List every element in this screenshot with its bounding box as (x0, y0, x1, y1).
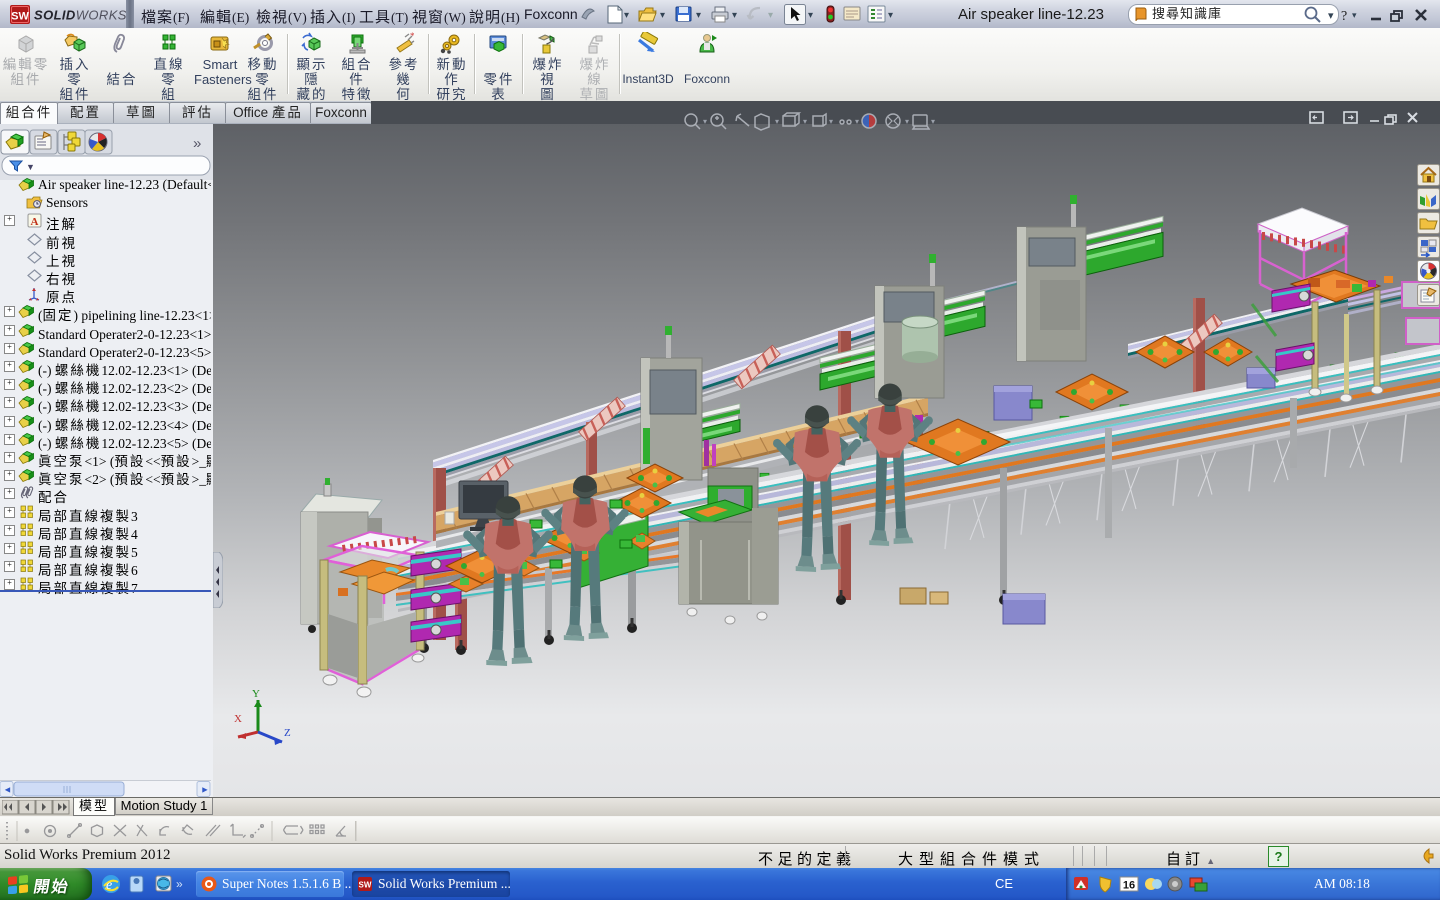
svg-text:▾: ▾ (624, 10, 629, 21)
svg-text:*: * (410, 32, 415, 41)
svg-text:▾: ▾ (732, 10, 737, 21)
svg-text:▾: ▾ (905, 117, 909, 126)
svg-text:▾: ▾ (1328, 10, 1334, 22)
svg-text:▼: ▼ (26, 162, 35, 172)
svg-text:X: X (234, 713, 242, 725)
svg-text:SOLIDWORKS: SOLIDWORKS (34, 8, 127, 23)
svg-text:A: A (31, 216, 39, 228)
svg-text:e: e (106, 878, 112, 893)
svg-text:▾: ▾ (808, 10, 813, 21)
svg-text:▾: ▾ (1352, 10, 1357, 20)
svg-text:▾: ▾ (660, 10, 665, 21)
svg-text:▾: ▾ (855, 117, 859, 126)
svg-text:▾: ▾ (703, 117, 707, 126)
svg-text:▾: ▾ (803, 117, 807, 126)
svg-text:搜尋知識庫: 搜尋知識庫 (1152, 6, 1222, 21)
svg-text:▾: ▾ (768, 10, 773, 21)
svg-text:►: ► (201, 785, 210, 795)
svg-text:▾: ▾ (775, 117, 779, 126)
svg-text:▾: ▾ (888, 10, 893, 21)
svg-text:SW: SW (359, 881, 372, 890)
svg-text:◄: ◄ (3, 785, 12, 795)
svg-text:▾: ▾ (696, 10, 701, 21)
svg-text:▾: ▾ (829, 117, 833, 126)
svg-text:SW: SW (11, 11, 29, 23)
svg-text:▾: ▾ (931, 117, 935, 126)
svg-text:Z: Z (284, 727, 291, 739)
svg-text:»: » (193, 135, 201, 152)
svg-text:16: 16 (1123, 880, 1135, 892)
svg-text:Y: Y (252, 688, 260, 700)
svg-text:?: ? (1341, 9, 1347, 24)
svg-text:»: » (176, 877, 183, 891)
